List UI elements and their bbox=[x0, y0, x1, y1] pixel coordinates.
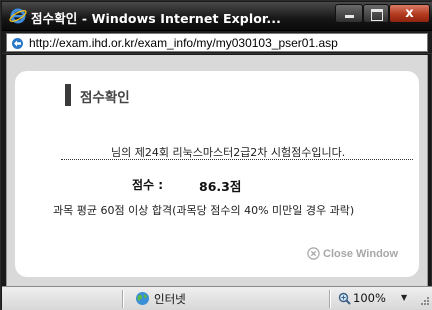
close-window-label[interactable]: Close Window bbox=[323, 248, 398, 260]
maximize-button[interactable] bbox=[363, 4, 389, 23]
globe-icon bbox=[136, 292, 149, 305]
address-bar: http://exam.ihd.or.kr/exam_info/my/my030… bbox=[2, 31, 432, 54]
score-value: 86.3점 bbox=[199, 179, 242, 194]
exam-result-line: 님의 제24회 리눅스마스터2급2차 시험점수입니다. bbox=[111, 146, 346, 159]
zoom-magnifier-icon[interactable] bbox=[338, 292, 351, 305]
resize-grip-icon[interactable] bbox=[418, 296, 430, 308]
page-icon bbox=[12, 38, 23, 49]
close-x-icon: x bbox=[405, 6, 414, 21]
zoom-dropdown-icon[interactable]: ▼ bbox=[401, 293, 407, 302]
address-url[interactable]: http://exam.ihd.or.kr/exam_info/my/my030… bbox=[29, 36, 338, 50]
score-card: 점수확인 님의 제24회 리눅스마스터2급2차 시험점수입니다. 점수 : 86… bbox=[15, 71, 419, 277]
heading-marker bbox=[65, 84, 71, 106]
page-viewport: 점수확인 님의 제24회 리눅스마스터2급2차 시험점수입니다. 점수 : 86… bbox=[6, 55, 428, 286]
ie-logo-icon bbox=[9, 8, 27, 24]
zoom-level[interactable]: 100% bbox=[353, 291, 386, 305]
score-label: 점수 : bbox=[132, 178, 164, 192]
security-zone-label[interactable]: 인터넷 bbox=[154, 291, 186, 307]
status-divider bbox=[122, 290, 123, 308]
browser-window: 점수확인 - Windows Internet Explor... x http… bbox=[0, 0, 432, 310]
close-circle-icon bbox=[307, 247, 320, 260]
dotted-divider bbox=[61, 159, 413, 160]
page-title: 점수확인 bbox=[80, 90, 130, 106]
status-bar: 인터넷 100% ▼ bbox=[2, 286, 432, 310]
close-window-link[interactable]: Close Window bbox=[307, 247, 398, 260]
window-title: 점수확인 - Windows Internet Explor... bbox=[31, 11, 281, 26]
close-button[interactable]: x bbox=[389, 4, 430, 23]
minimize-button[interactable] bbox=[335, 4, 363, 23]
pass-criteria-note: 과목 평균 60점 이상 합격(과목당 점수의 40% 미만일 경우 과락) bbox=[53, 204, 355, 217]
title-bar[interactable]: 점수확인 - Windows Internet Explor... x bbox=[2, 2, 432, 31]
status-divider bbox=[329, 290, 330, 308]
address-field[interactable]: http://exam.ihd.or.kr/exam_info/my/my030… bbox=[6, 33, 428, 52]
